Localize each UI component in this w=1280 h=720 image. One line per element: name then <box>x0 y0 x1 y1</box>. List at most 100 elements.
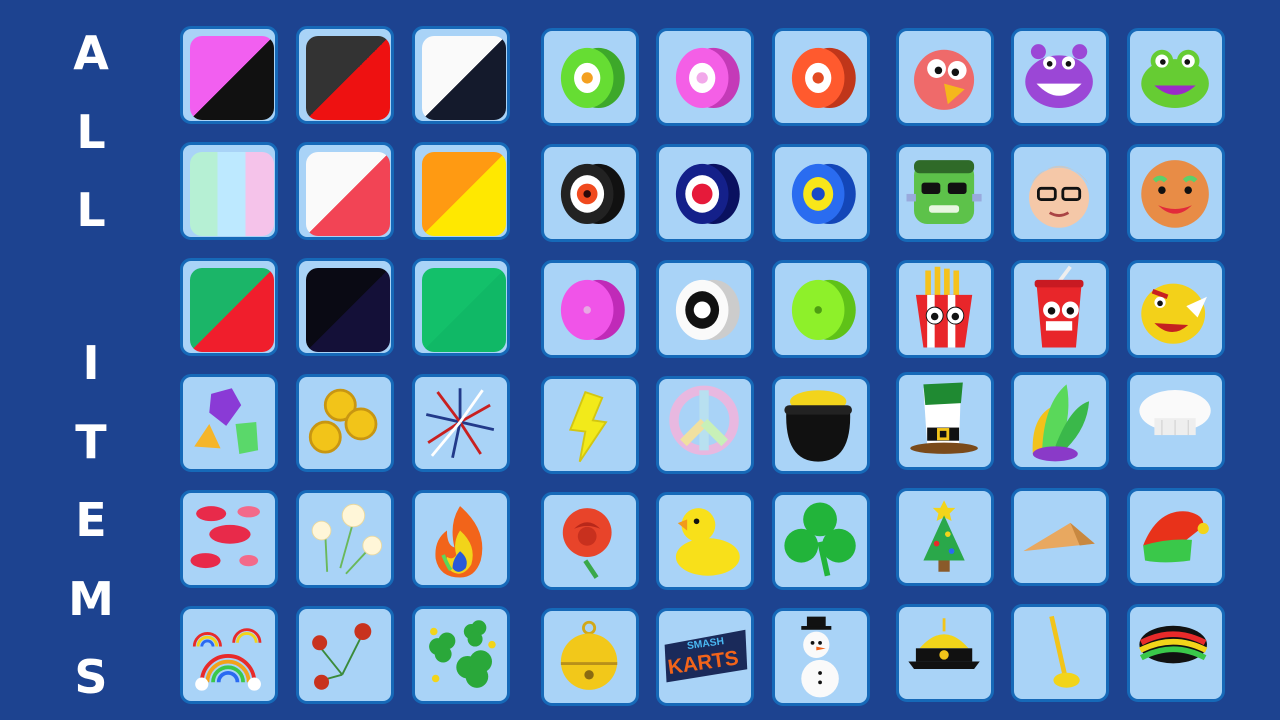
item-trail-popcorn[interactable] <box>296 490 394 588</box>
item-wheel-pink[interactable] <box>656 28 754 126</box>
item-paint-white-navy[interactable] <box>412 26 510 124</box>
item-head-gingerbread[interactable] <box>1127 144 1225 242</box>
item-head-bird[interactable] <box>896 28 994 126</box>
item-head-grandpa[interactable] <box>1011 144 1109 242</box>
title-letter: L <box>76 183 106 237</box>
item-trail-kisses[interactable] <box>180 490 278 588</box>
item-hat-feather[interactable] <box>1011 372 1109 470</box>
item-hat-chinese[interactable] <box>896 604 994 702</box>
hippo-head-icon <box>1025 44 1093 108</box>
grandpa-head-icon <box>1029 165 1090 228</box>
item-horn-shamrock[interactable] <box>772 492 870 590</box>
paint-swatch-icon <box>190 152 274 236</box>
item-head-frog[interactable] <box>1127 28 1225 126</box>
lips-icon <box>190 506 260 569</box>
item-horn-lightning[interactable] <box>541 376 639 474</box>
title-letter: S <box>74 650 108 704</box>
item-trail-shamrocks[interactable] <box>412 606 510 704</box>
item-hat-leprechaun[interactable] <box>896 372 994 470</box>
bell-icon <box>560 620 618 690</box>
item-horn-pot-of-gold[interactable] <box>772 376 870 474</box>
item-head-soda[interactable] <box>1011 260 1109 358</box>
rasta-cap-icon <box>1139 625 1208 664</box>
chef-hat-icon <box>1139 390 1211 436</box>
bird-head-icon <box>914 49 975 110</box>
item-paint-pastel-stripes[interactable] <box>180 142 278 240</box>
pot-of-gold-icon <box>784 390 852 462</box>
item-horn-peace[interactable] <box>656 376 754 474</box>
wheel-icon <box>560 279 625 340</box>
item-wheel-white-black[interactable] <box>656 260 754 358</box>
item-wheel-navy-red[interactable] <box>656 144 754 242</box>
title-letter: E <box>75 493 107 547</box>
coins-icon <box>308 388 378 454</box>
item-hat-elf[interactable] <box>1127 488 1225 586</box>
item-wheel-green[interactable] <box>541 28 639 126</box>
item-trail-roses[interactable] <box>296 606 394 704</box>
item-hat-xmas-tree[interactable] <box>896 488 994 586</box>
paint-swatch-icon <box>190 268 274 352</box>
zombie-head-icon <box>906 160 982 224</box>
item-head-hippo[interactable] <box>1011 28 1109 126</box>
item-trail-rainbows[interactable] <box>180 606 278 704</box>
item-wheel-orange[interactable] <box>772 28 870 126</box>
item-paint-green-red[interactable] <box>180 258 278 356</box>
fries-head-icon <box>915 266 973 348</box>
roses-icon <box>312 623 372 690</box>
item-paint-orange-yellow[interactable] <box>412 142 510 240</box>
title-letter: T <box>75 414 107 469</box>
item-trail-rainbow-fire[interactable] <box>412 490 510 588</box>
chinese-hat-icon <box>908 618 980 669</box>
title-letter: I <box>82 336 100 390</box>
item-horn-rose[interactable] <box>541 492 639 590</box>
wheel-icon <box>791 279 856 340</box>
fireworks-icon <box>425 388 495 459</box>
wheel-icon <box>560 47 625 108</box>
item-hat-chef[interactable] <box>1127 372 1225 470</box>
rubber-duck-icon <box>675 508 740 576</box>
title-letter: A <box>73 26 109 80</box>
item-horn-snowman[interactable] <box>772 608 870 706</box>
wheel-icon <box>675 163 740 224</box>
item-wheel-blue-yellow[interactable] <box>772 144 870 242</box>
paint-swatch-icon <box>422 36 506 120</box>
item-wheel-black-red[interactable] <box>541 144 639 242</box>
item-horn-smash-karts[interactable]: SMASH KARTS <box>656 608 754 706</box>
item-hat-rasta[interactable] <box>1127 604 1225 702</box>
rhino-head-icon <box>1141 283 1207 344</box>
rainbow-icon <box>192 628 262 691</box>
item-paint-black[interactable] <box>296 258 394 356</box>
item-paint-pink-black[interactable] <box>180 26 278 124</box>
item-hat-conical[interactable] <box>1011 488 1109 586</box>
item-head-rhino[interactable] <box>1127 260 1225 358</box>
wheel-icon <box>791 163 856 224</box>
item-trail-coins[interactable] <box>296 374 394 472</box>
snowman-icon <box>801 616 839 698</box>
item-horn-duck[interactable] <box>656 492 754 590</box>
item-wheel-magenta[interactable] <box>541 260 639 358</box>
item-head-fries[interactable] <box>896 260 994 358</box>
wheel-icon <box>560 163 625 224</box>
item-trail-gems[interactable] <box>180 374 278 472</box>
shamrocks-icon <box>429 620 496 688</box>
plunger-icon <box>1049 615 1080 688</box>
item-paint-green[interactable] <box>412 258 510 356</box>
item-hat-plunger[interactable] <box>1011 604 1109 702</box>
all-items-title: A L L I T E M S <box>60 30 122 700</box>
elf-hat-icon <box>1143 511 1209 563</box>
item-horn-bell[interactable] <box>541 608 639 706</box>
feather-hat-icon <box>1032 384 1090 462</box>
rose-icon <box>562 508 612 579</box>
frog-head-icon <box>1141 49 1209 108</box>
paint-swatch-icon <box>422 268 506 352</box>
wheel-icon <box>675 47 740 108</box>
wheel-icon <box>791 47 856 108</box>
item-wheel-lime[interactable] <box>772 260 870 358</box>
paint-swatch-icon <box>306 152 390 236</box>
item-trail-fireworks[interactable] <box>412 374 510 472</box>
item-head-zombie[interactable] <box>896 144 994 242</box>
paint-swatch-icon <box>306 268 390 352</box>
item-paint-gray-red[interactable] <box>296 26 394 124</box>
gingerbread-head-icon <box>1141 160 1209 228</box>
item-paint-white-red[interactable] <box>296 142 394 240</box>
